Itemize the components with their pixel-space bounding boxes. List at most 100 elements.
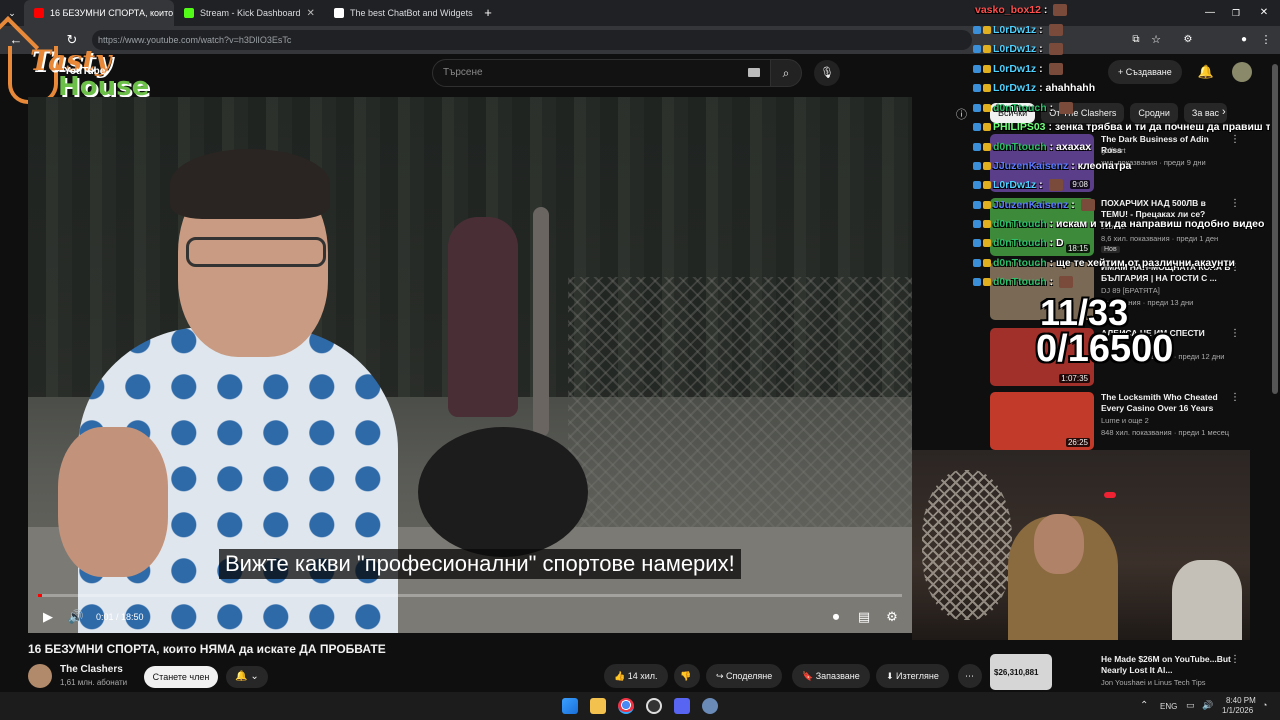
autoplay-toggle-icon[interactable]: ⏺: [822, 603, 850, 631]
discord-icon[interactable]: [674, 698, 690, 714]
recommendation-channel[interactable]: Lume и още 2: [1101, 416, 1149, 425]
dislike-button[interactable]: 👎: [674, 664, 700, 688]
clock-time[interactable]: 8:40 PM: [1226, 696, 1256, 705]
keyboard-icon[interactable]: [748, 68, 760, 77]
tray-chevron-icon[interactable]: ⌃: [1140, 700, 1148, 711]
bookmark-star-icon[interactable]: ☆: [1142, 26, 1170, 54]
save-button[interactable]: 🔖 Запазване: [792, 664, 870, 688]
chat-username: L0rDw1z: [993, 82, 1037, 94]
close-tab-icon[interactable]: ✕: [307, 8, 315, 19]
ostrich-neck: [533, 207, 549, 437]
recommendation-title[interactable]: The Locksmith Who Cheated Every Casino O…: [1101, 392, 1231, 414]
chatbot-favicon-icon: [334, 8, 344, 18]
subtitles-icon[interactable]: ▤: [850, 603, 878, 631]
bookmark-icon: 🔖: [802, 671, 816, 681]
video-player[interactable]: Вижте какви "професионални" спортове нам…: [28, 97, 912, 633]
recommendation-title[interactable]: ПОХАРЧИХ НАД 500ЛВ в ТЕМU! - Прецаках ли…: [1101, 198, 1231, 220]
webcam-red-light: [1104, 492, 1116, 498]
save-label: Запазване: [815, 671, 860, 681]
chat-badge-icon: [973, 45, 981, 54]
chat-message: L0rDw1z :: [973, 63, 1063, 76]
chat-badge-icon: [983, 45, 991, 54]
chrome-icon[interactable]: [618, 698, 634, 714]
tab-chatbot[interactable]: The best ChatBot and Widgets ✕: [324, 0, 474, 26]
mic-button[interactable]: 🎙: [814, 60, 840, 86]
video-title: 16 БЕЗУМНИ СПОРТА, които НЯМА да искате …: [28, 642, 386, 656]
volume-icon[interactable]: 🔊: [62, 603, 90, 631]
more-options-icon[interactable]: ⋮: [1230, 198, 1240, 209]
avatar[interactable]: [1232, 62, 1252, 82]
chat-separator: :: [1036, 82, 1046, 94]
windows-start-icon[interactable]: [562, 698, 578, 714]
more-actions-button[interactable]: ⋯: [958, 664, 982, 688]
play-icon[interactable]: ▶: [34, 603, 62, 631]
chat-username: d0nTtouch: [993, 237, 1047, 249]
ostrich-body: [418, 427, 588, 557]
settings-app-icon[interactable]: [702, 698, 718, 714]
recommendation-channel[interactable]: Jon Youshaei и Linus Tech Tips: [1101, 678, 1206, 687]
join-button[interactable]: Станете член: [144, 666, 218, 688]
clock-date[interactable]: 1/1/2026: [1222, 706, 1253, 715]
notification-icon[interactable]: ◔: [1262, 700, 1267, 710]
minimize-icon[interactable]: —: [1196, 0, 1224, 27]
chat-badge-icon: [973, 26, 981, 35]
webcam-overlay: [912, 450, 1250, 640]
network-icon[interactable]: ▭: [1186, 700, 1195, 711]
more-options-icon[interactable]: ⋮: [1230, 654, 1240, 665]
new-tab-icon[interactable]: +: [474, 0, 502, 27]
streamer-head: [1034, 514, 1084, 574]
obs-icon[interactable]: [646, 698, 662, 714]
video-thumbnail[interactable]: $26,310,881: [990, 654, 1052, 690]
video-progress-bar[interactable]: [38, 594, 902, 597]
chevron-right-icon[interactable]: ›: [1222, 106, 1226, 118]
close-window-icon[interactable]: ✕: [1250, 0, 1278, 27]
create-label: Създаване: [1125, 67, 1172, 77]
page-scrollbar[interactable]: [1270, 54, 1280, 692]
chip-related[interactable]: Сродни: [1130, 103, 1178, 123]
recommendation-title[interactable]: He Made $26M on YouTube...But Nearly Los…: [1101, 654, 1231, 676]
browser-menu-icon[interactable]: ⋮: [1252, 26, 1280, 54]
chat-badge-icon: [983, 143, 991, 152]
mic-icon: 🎙: [820, 67, 834, 79]
like-button[interactable]: 👍 14 хил.: [604, 664, 668, 688]
chat-username: L0rDw1z: [993, 43, 1037, 55]
info-icon[interactable]: ⓘ: [956, 106, 967, 122]
chip-for-you[interactable]: За вас: [1183, 103, 1228, 123]
recommendation-channel[interactable]: golfcart: [1101, 146, 1126, 155]
chat-message: L0rDw1z :: [973, 24, 1063, 37]
chat-badge-icon: [973, 162, 981, 171]
search-button[interactable]: ⌕: [770, 59, 802, 87]
download-button[interactable]: ⬇ Изтегляне: [876, 664, 949, 688]
url-field[interactable]: https://www.youtube.com/watch?v=h3DlIO3E…: [92, 30, 972, 50]
tab-youtube[interactable]: 16 БЕЗУМНИ СПОРТА, които Н ✕: [24, 0, 174, 26]
tab-kick[interactable]: Stream - Kick Dashboard ✕: [174, 0, 324, 26]
video-duration: 26:25: [1065, 438, 1090, 447]
search-input[interactable]: Търсене: [432, 59, 772, 87]
subscribe-bell-button[interactable]: 🔔 ⌄: [226, 666, 268, 688]
more-options-icon[interactable]: ⋮: [1230, 392, 1240, 403]
chat-text: зенка трябва и ти да почнеш да правиш та…: [1054, 121, 1280, 133]
video-thumbnail[interactable]: 26:25: [990, 392, 1094, 450]
chat-separator: :: [1045, 121, 1055, 133]
more-options-icon[interactable]: ⋮: [1230, 134, 1240, 145]
notifications-bell-icon[interactable]: 🔔: [1192, 58, 1220, 86]
scrollbar-thumb[interactable]: [1272, 64, 1278, 394]
chat-badge-icon: [983, 84, 991, 93]
extensions-icon[interactable]: ⚙: [1174, 26, 1202, 54]
volume-tray-icon[interactable]: 🔊: [1202, 700, 1213, 711]
channel-name[interactable]: The Clashers: [60, 664, 123, 675]
kick-favicon-icon: [184, 8, 194, 18]
settings-gear-icon[interactable]: ⚙: [878, 603, 906, 631]
create-button[interactable]: + Създаване: [1108, 60, 1182, 84]
bell-icon: 🔔 ⌄: [235, 671, 259, 682]
share-label: Споделяне: [726, 671, 773, 681]
language-indicator[interactable]: ENG: [1160, 702, 1177, 711]
chat-badge-icon: [973, 220, 981, 229]
recommendation-item[interactable]: 26:25 The Locksmith Who Cheated Every Cas…: [990, 392, 1250, 450]
restore-icon[interactable]: ❐: [1222, 0, 1250, 27]
youtube-logo[interactable]: YouTube: [64, 66, 105, 77]
share-button[interactable]: ↪ Споделяне: [706, 664, 783, 688]
file-explorer-icon[interactable]: [590, 698, 606, 714]
channel-avatar[interactable]: [28, 664, 52, 688]
more-options-icon[interactable]: ⋮: [1230, 328, 1240, 339]
